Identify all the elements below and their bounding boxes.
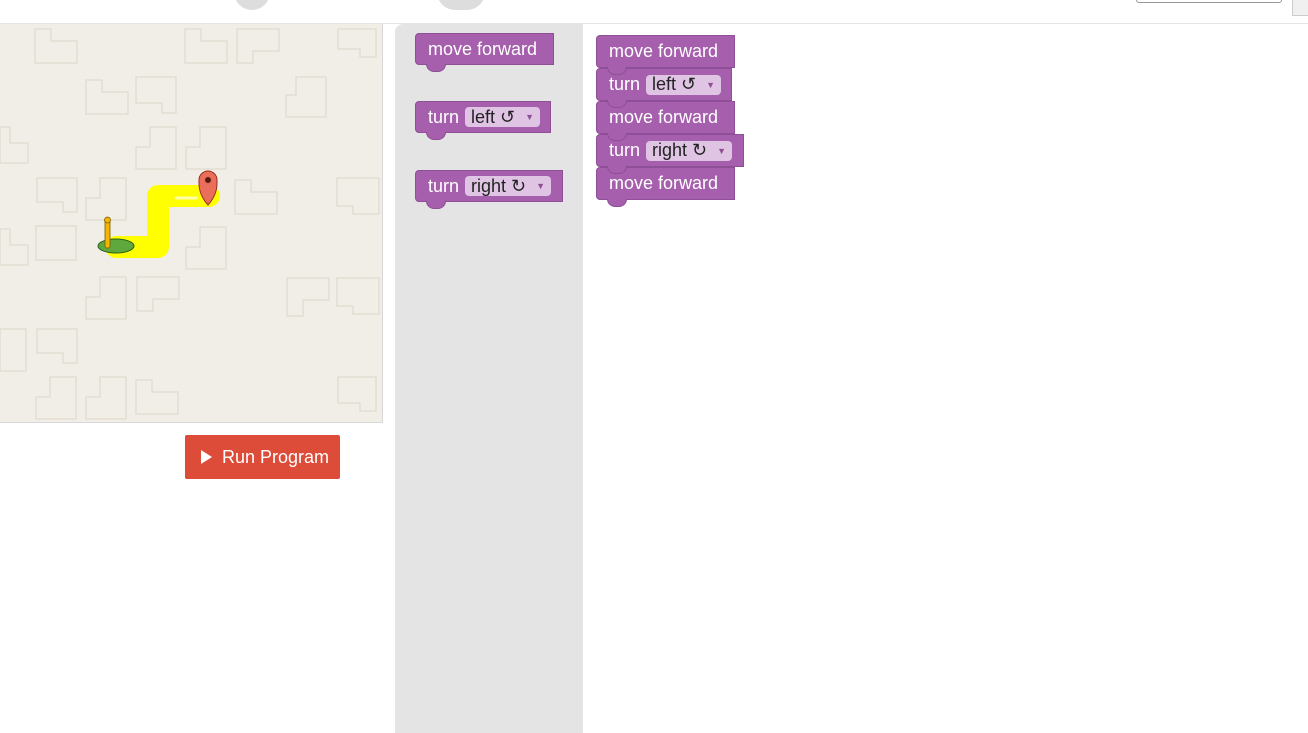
top-bar [0, 0, 1308, 24]
dropdown-value: left ↺ [471, 106, 516, 127]
direction-dropdown[interactable]: left ↺ ▼ [646, 74, 722, 95]
level-indicator[interactable] [234, 0, 270, 10]
toolbox-move-forward-block[interactable]: move forward [415, 33, 554, 72]
program-move-forward-block[interactable]: move forward [596, 35, 735, 75]
block-label: move forward [428, 38, 538, 59]
block-label: move forward [609, 173, 719, 193]
maze-canvas [0, 24, 383, 423]
maze-path [105, 185, 220, 258]
toolbox-turn-right-block[interactable]: turn right ↻ ▼ [415, 170, 563, 209]
toolbox-turn-left-block[interactable]: turn left ↺ ▼ [415, 101, 551, 140]
dropdown-arrow-icon: ▼ [536, 181, 546, 191]
block-label: move forward [609, 41, 719, 61]
run-program-button[interactable]: Run Program [185, 435, 340, 479]
dropdown-arrow-icon: ▼ [525, 112, 535, 122]
block-keyword: turn [428, 106, 460, 127]
block-keyword: turn [428, 175, 460, 196]
run-program-label: Run Program [222, 446, 330, 467]
play-icon [201, 450, 212, 464]
dropdown-arrow-icon: ▼ [706, 79, 716, 90]
direction-dropdown[interactable]: left ↺ ▼ [465, 106, 541, 127]
dropdown-arrow-icon: ▼ [717, 145, 727, 156]
direction-dropdown[interactable]: right ↻ ▼ [465, 175, 552, 196]
dropdown-value: left ↺ [652, 74, 697, 94]
block-keyword: turn [609, 74, 641, 94]
block-label: move forward [609, 107, 719, 127]
start-marker [97, 216, 135, 254]
direction-dropdown[interactable]: right ↻ ▼ [646, 140, 733, 161]
top-bar-button[interactable] [1292, 0, 1308, 16]
maze-map [0, 28, 380, 420]
dropdown-value: right ↻ [652, 140, 708, 160]
level-indicator-current[interactable] [437, 0, 485, 10]
language-select[interactable] [1136, 0, 1282, 3]
dropdown-value: right ↻ [471, 175, 527, 196]
block-keyword: turn [609, 140, 641, 160]
